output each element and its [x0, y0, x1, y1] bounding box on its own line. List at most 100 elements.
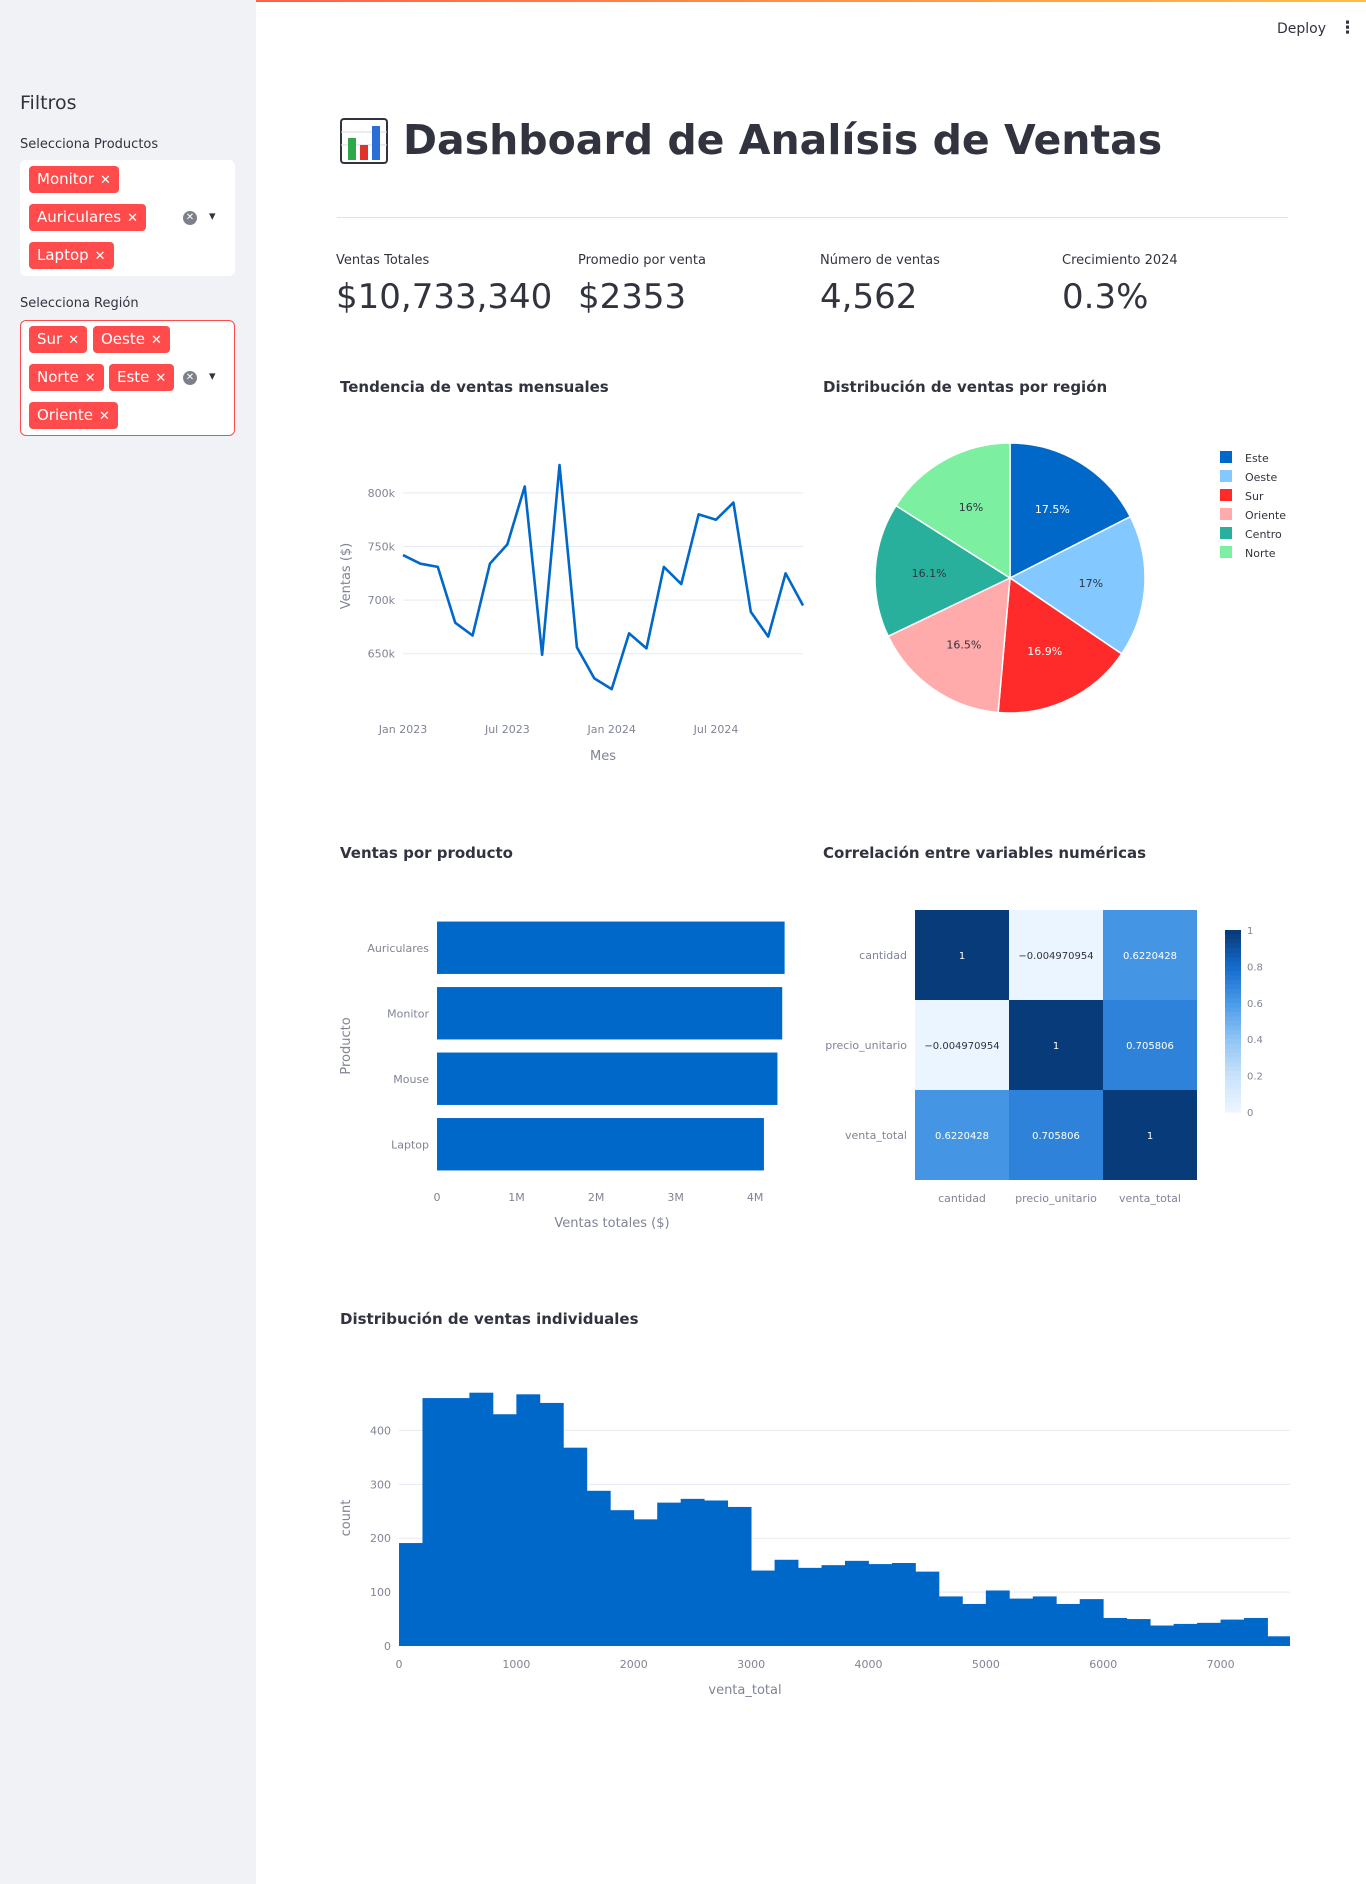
- metric-value: $10,733,340: [336, 277, 553, 317]
- product-tag[interactable]: Auriculares ✕: [29, 204, 147, 231]
- colorbar-tick-label: 1: [1247, 926, 1253, 937]
- metric-label: Crecimiento 2024: [1062, 253, 1178, 268]
- slice-label: 16.1%: [912, 567, 947, 580]
- legend-swatch: [1220, 546, 1232, 558]
- metric-label: Ventas Totales: [336, 253, 430, 268]
- histogram-bar: [680, 1498, 705, 1646]
- histogram-bar: [492, 1414, 517, 1646]
- remove-tag-icon[interactable]: ✕: [155, 371, 166, 386]
- colorbar-tick-label: 0.4: [1247, 1035, 1263, 1046]
- chevron-down-icon[interactable]: ▾: [209, 209, 216, 224]
- pie-chart-title: Distribución de ventas por región: [823, 378, 1108, 396]
- colorbar-segment: [1225, 1007, 1241, 1013]
- cell-label: 1: [1147, 1131, 1153, 1142]
- histogram-bar: [1056, 1603, 1081, 1646]
- cell-label: −0.004970954: [924, 1041, 999, 1052]
- region-tag[interactable]: Norte ✕: [29, 364, 104, 391]
- region-tag[interactable]: Oriente ✕: [29, 402, 118, 429]
- x-tick-label: 3000: [737, 1658, 765, 1671]
- remove-tag-icon[interactable]: ✕: [99, 409, 110, 424]
- clear-all-icon[interactable]: ✕: [183, 211, 197, 225]
- products-multiselect[interactable]: Monitor ✕ Auriculares ✕ Laptop ✕ ✕ ▾: [20, 160, 235, 276]
- regions-multiselect[interactable]: Sur ✕ Oeste ✕ Norte ✕ Este ✕ Oriente ✕ ✕ ▾: [20, 320, 235, 436]
- line-chart[interactable]: 650k 700k 750k 800k Jan 2023 Jul 2023 Jan 2024…: [330, 430, 810, 770]
- region-tag[interactable]: Sur ✕: [29, 326, 88, 353]
- heatmap-chart[interactable]: 1 −0.004970954 0.6220428 cantidad −0.0049709…: [815, 895, 1285, 1235]
- x-tick-label: cantidad: [938, 1192, 986, 1205]
- x-tick-label: 2000: [620, 1658, 648, 1671]
- bar: [437, 1052, 778, 1105]
- y-tick-label: 650k: [368, 648, 396, 661]
- divider: [337, 217, 1288, 218]
- y-tick-label: Monitor: [387, 1007, 429, 1020]
- region-tag[interactable]: Oeste ✕: [93, 326, 170, 353]
- legend-swatch: [1220, 527, 1232, 539]
- region-tag-label: Norte: [37, 368, 79, 386]
- colorbar-segment: [1225, 1034, 1241, 1040]
- histogram-bar: [586, 1490, 611, 1646]
- colorbar-segment: [1225, 1002, 1241, 1008]
- products-filter-label: Selecciona Productos: [20, 137, 159, 152]
- histogram-bar: [633, 1519, 658, 1646]
- histogram-bar: [657, 1502, 682, 1646]
- x-tick-label: 4000: [854, 1658, 882, 1671]
- colorbar-segment: [1225, 957, 1241, 963]
- y-tick-label: Laptop: [391, 1138, 429, 1151]
- colorbar-segment: [1225, 1052, 1241, 1058]
- line-chart-title: Tendencia de ventas mensuales: [340, 378, 609, 396]
- colorbar-segment: [1225, 980, 1241, 986]
- cell-label: 1: [959, 951, 965, 962]
- histogram-bar: [1032, 1596, 1057, 1646]
- bar-chart[interactable]: Auriculares Monitor Mouse Laptop 0 1M 2M 3M 4M Ve…: [330, 895, 810, 1235]
- clear-all-icon[interactable]: ✕: [183, 371, 197, 385]
- legend-swatch: [1220, 451, 1232, 463]
- legend-swatch: [1220, 489, 1232, 501]
- region-tag-label: Este: [117, 368, 150, 386]
- x-tick-label: 2M: [588, 1191, 605, 1204]
- cell-label: 1: [1053, 1041, 1059, 1052]
- metric-value: 0.3%: [1062, 277, 1149, 317]
- histogram-bar: [868, 1564, 893, 1646]
- colorbar-segment: [1225, 930, 1241, 936]
- histogram-bar: [516, 1394, 541, 1646]
- region-tag[interactable]: Este ✕: [109, 364, 175, 391]
- colorbar-segment: [1225, 1039, 1241, 1045]
- histogram-chart-title: Distribución de ventas individuales: [340, 1310, 639, 1328]
- legend-label: Oeste: [1245, 471, 1277, 484]
- series-line: [402, 463, 805, 691]
- histogram-bar: [891, 1563, 916, 1646]
- remove-tag-icon[interactable]: ✕: [95, 249, 106, 264]
- histogram-chart[interactable]: 01002003004000 1000 2000 3000 4000 5000 6000 70…: [330, 1370, 1290, 1700]
- metric-label: Promedio por venta: [578, 253, 706, 268]
- cell-label: 0.6220428: [1123, 951, 1177, 962]
- product-tag[interactable]: Laptop ✕: [29, 242, 114, 269]
- cell-label: 0.705806: [1126, 1041, 1174, 1052]
- remove-tag-icon[interactable]: ✕: [151, 333, 162, 348]
- histogram-bar: [1220, 1619, 1245, 1646]
- remove-tag-icon[interactable]: ✕: [68, 333, 79, 348]
- histogram-bar: [1244, 1617, 1268, 1646]
- remove-tag-icon[interactable]: ✕: [85, 371, 96, 386]
- histogram-bar: [774, 1559, 799, 1646]
- chevron-down-icon[interactable]: ▾: [209, 369, 216, 384]
- colorbar-segment: [1225, 934, 1241, 940]
- product-tag-label: Monitor: [37, 170, 95, 188]
- deploy-button[interactable]: Deploy: [1277, 21, 1326, 37]
- bar-chart-title: Ventas por producto: [340, 844, 513, 862]
- region-tag-label: Oeste: [101, 330, 145, 348]
- pie-chart[interactable]: 17.5% 17% 16.9% 16.5% 16.1% 16% Este Oeste Sur Or…: [820, 430, 1290, 730]
- product-tag[interactable]: Monitor ✕: [29, 166, 119, 193]
- histogram-bar: [1079, 1599, 1104, 1646]
- y-tick-label: 200: [370, 1532, 391, 1545]
- histogram-bar: [1009, 1598, 1034, 1646]
- y-tick-label: precio_unitario: [825, 1039, 907, 1052]
- y-tick-label: 800k: [368, 487, 396, 500]
- histogram-bar: [1103, 1617, 1128, 1646]
- remove-tag-icon[interactable]: ✕: [100, 173, 111, 188]
- legend-label: Este: [1245, 452, 1269, 465]
- colorbar-segment: [1225, 1102, 1241, 1109]
- sidebar: Filtros Selecciona Productos Monitor ✕ Au…: [0, 0, 256, 1884]
- remove-tag-icon[interactable]: ✕: [127, 211, 138, 226]
- kebab-icon[interactable]: ⋮: [1339, 18, 1356, 38]
- histogram-bar: [727, 1506, 752, 1646]
